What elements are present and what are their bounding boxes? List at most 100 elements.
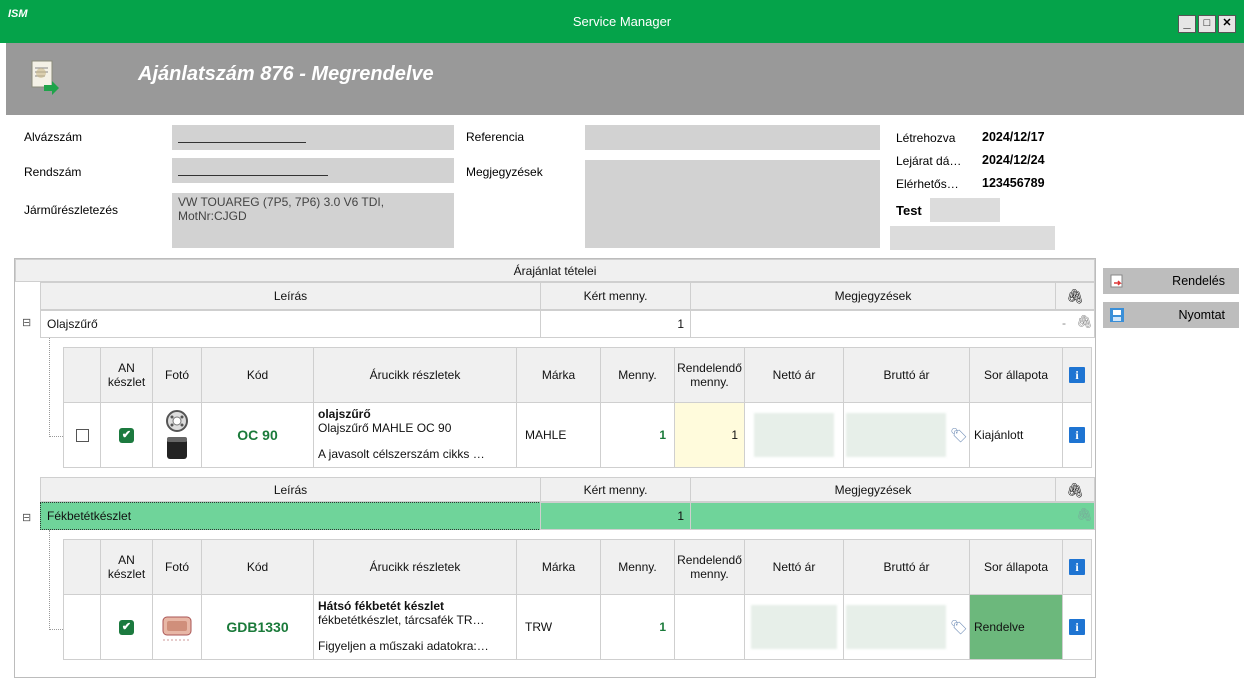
- grid-title: Árajánlat tételei: [15, 259, 1095, 282]
- col-net-price[interactable]: Nettó ár: [744, 539, 844, 595]
- info-cell[interactable]: i: [1062, 402, 1092, 468]
- col-gross-price[interactable]: Bruttó ár: [843, 539, 970, 595]
- item-ordered-qty[interactable]: [674, 594, 745, 660]
- col-qty[interactable]: Menny.: [600, 539, 675, 595]
- attachment-icon: 🖇: [1055, 477, 1095, 502]
- vehicle-field[interactable]: VW TOUAREG (7P5, 7P6) 3.0 V6 TDI, MotNr:…: [172, 193, 454, 248]
- item-net-price: [744, 594, 844, 660]
- item-title: Hátsó fékbetét készlet: [318, 599, 445, 613]
- col-info: i: [1062, 347, 1092, 403]
- group-row-name[interactable]: Fékbetétkészlet: [40, 502, 541, 530]
- col-description[interactable]: Leírás: [40, 477, 541, 502]
- item-subtitle: Olajszűrő MAHLE OC 90: [318, 421, 452, 435]
- col-ordered-qty[interactable]: Rendelendő menny.: [674, 539, 745, 595]
- tree-line: [49, 629, 63, 630]
- an-stock-cell: ✔: [100, 402, 153, 468]
- group-row-qty[interactable]: 1: [540, 502, 691, 530]
- photo-cell[interactable]: [152, 402, 202, 468]
- col-an-stock[interactable]: AN készlet: [100, 347, 153, 403]
- attachment-icon: 🖇: [1055, 282, 1095, 310]
- plate-field[interactable]: [172, 158, 454, 183]
- col-an-stock[interactable]: AN készlet: [100, 539, 153, 595]
- reference-field[interactable]: [585, 125, 880, 150]
- col-brand[interactable]: Márka: [516, 539, 601, 595]
- col-select: [63, 539, 101, 595]
- info-icon[interactable]: i: [1069, 619, 1085, 635]
- info-cell[interactable]: i: [1062, 594, 1092, 660]
- order-button-label: Rendelés: [1172, 274, 1225, 288]
- minimize-button[interactable]: _: [1178, 15, 1196, 33]
- item-code[interactable]: OC 90: [201, 402, 314, 468]
- col-requested-qty[interactable]: Kért menny.: [540, 282, 691, 310]
- group-row-notes[interactable]: [690, 310, 1095, 338]
- item-subtitle: fékbetétkészlet, tárcsafék TR…: [318, 613, 485, 627]
- group-row-qty[interactable]: 1: [540, 310, 691, 338]
- attachment-icon[interactable]: 🖇: [1076, 507, 1093, 523]
- group-row-name[interactable]: Olajszűrő: [40, 310, 541, 338]
- price-redacted: [846, 605, 946, 649]
- order-button[interactable]: Rendelés: [1103, 268, 1239, 294]
- tree-line: [49, 436, 63, 437]
- col-code[interactable]: Kód: [201, 347, 314, 403]
- an-stock-cell: ✔: [100, 594, 153, 660]
- col-ordered-qty[interactable]: Rendelendő menny.: [674, 347, 745, 403]
- col-brand[interactable]: Márka: [516, 347, 601, 403]
- check-icon: ✔: [119, 427, 134, 443]
- customer-label: Test: [896, 203, 922, 218]
- item-code[interactable]: GDB1330: [201, 594, 314, 660]
- attachment-icon[interactable]: 🖇: [1076, 314, 1093, 330]
- chassis-label: Alvázszám: [24, 130, 83, 144]
- expand-toggle-icon[interactable]: ⊟: [22, 316, 31, 329]
- item-qty[interactable]: 1: [600, 594, 675, 660]
- contact-label: Elérhetős…: [896, 177, 959, 191]
- tag-icon[interactable]: 🏷: [950, 619, 968, 636]
- notes-field[interactable]: [585, 160, 880, 248]
- col-info: i: [1062, 539, 1092, 595]
- item-ordered-qty[interactable]: 1: [674, 402, 745, 468]
- item-note: Figyeljen a műszaki adatokra:…: [318, 639, 489, 653]
- col-notes[interactable]: Megjegyzések: [690, 477, 1056, 502]
- col-status[interactable]: Sor állapota: [969, 347, 1063, 403]
- row-select[interactable]: [63, 402, 101, 468]
- info-icon[interactable]: i: [1069, 427, 1085, 443]
- row-checkbox[interactable]: [75, 428, 89, 442]
- print-icon: [1110, 308, 1124, 322]
- close-button[interactable]: ✕: [1218, 15, 1236, 33]
- customer-field: [930, 198, 1000, 222]
- group-row-notes[interactable]: [690, 502, 1095, 530]
- price-redacted: [754, 413, 834, 457]
- item-status: Kiajánlott: [969, 402, 1063, 468]
- col-description[interactable]: Leírás: [40, 282, 541, 310]
- item-status: Rendelve: [969, 594, 1063, 660]
- col-net-price[interactable]: Nettó ár: [744, 347, 844, 403]
- oil-filter-image: [166, 410, 188, 459]
- window-title: Service Manager: [572, 14, 672, 29]
- tag-icon[interactable]: 🏷: [950, 427, 968, 444]
- item-brand: TRW: [516, 594, 601, 660]
- chassis-field[interactable]: [172, 125, 454, 150]
- col-photo[interactable]: Fotó: [152, 539, 202, 595]
- notes-label: Megjegyzések: [466, 165, 543, 179]
- row-select[interactable]: [63, 594, 101, 660]
- col-notes[interactable]: Megjegyzések: [690, 282, 1056, 310]
- item-details[interactable]: olajszűrő Olajszűrő MAHLE OC 90 A javaso…: [313, 402, 517, 468]
- print-button-label: Nyomtat: [1178, 308, 1225, 322]
- print-button[interactable]: Nyomtat: [1103, 302, 1239, 328]
- maximize-button[interactable]: □: [1198, 15, 1216, 33]
- photo-cell[interactable]: [152, 594, 202, 660]
- expand-toggle-icon[interactable]: ⊟: [22, 511, 31, 524]
- col-code[interactable]: Kód: [201, 539, 314, 595]
- expiry-value: 2024/12/24: [982, 153, 1045, 167]
- item-net-price: [744, 402, 844, 468]
- col-details[interactable]: Árucikk részletek: [313, 347, 517, 403]
- item-details[interactable]: Hátsó fékbetét készlet fékbetétkészlet, …: [313, 594, 517, 660]
- col-status[interactable]: Sor állapota: [969, 539, 1063, 595]
- col-details[interactable]: Árucikk részletek: [313, 539, 517, 595]
- col-requested-qty[interactable]: Kért menny.: [540, 477, 691, 502]
- col-gross-price[interactable]: Bruttó ár: [843, 347, 970, 403]
- col-qty[interactable]: Menny.: [600, 347, 675, 403]
- item-qty[interactable]: 1: [600, 402, 675, 468]
- price-redacted: [846, 413, 946, 457]
- col-photo[interactable]: Fotó: [152, 347, 202, 403]
